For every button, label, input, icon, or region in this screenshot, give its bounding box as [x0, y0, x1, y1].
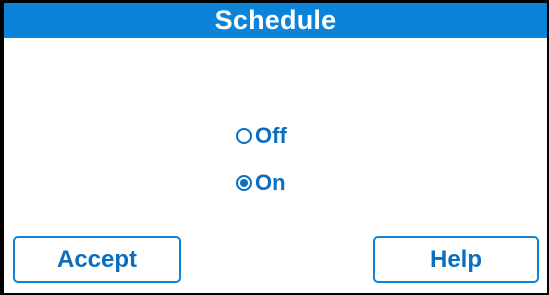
- accept-button[interactable]: Accept: [13, 236, 181, 283]
- radio-off-icon[interactable]: [236, 128, 252, 144]
- radio-on-icon[interactable]: [236, 175, 252, 191]
- radio-option-off[interactable]: Off: [236, 122, 287, 150]
- schedule-screen: Schedule Off On Accept Help: [4, 3, 547, 293]
- accept-button-label: Accept: [56, 245, 138, 273]
- radio-option-label: Off: [255, 123, 287, 148]
- page-title: Schedule: [4, 3, 547, 38]
- radio-option-label: On: [255, 170, 286, 195]
- schedule-radio-group: Off On: [236, 122, 376, 202]
- help-button-label: Help: [429, 245, 482, 273]
- radio-option-on[interactable]: On: [236, 169, 286, 197]
- help-button[interactable]: Help: [373, 236, 539, 283]
